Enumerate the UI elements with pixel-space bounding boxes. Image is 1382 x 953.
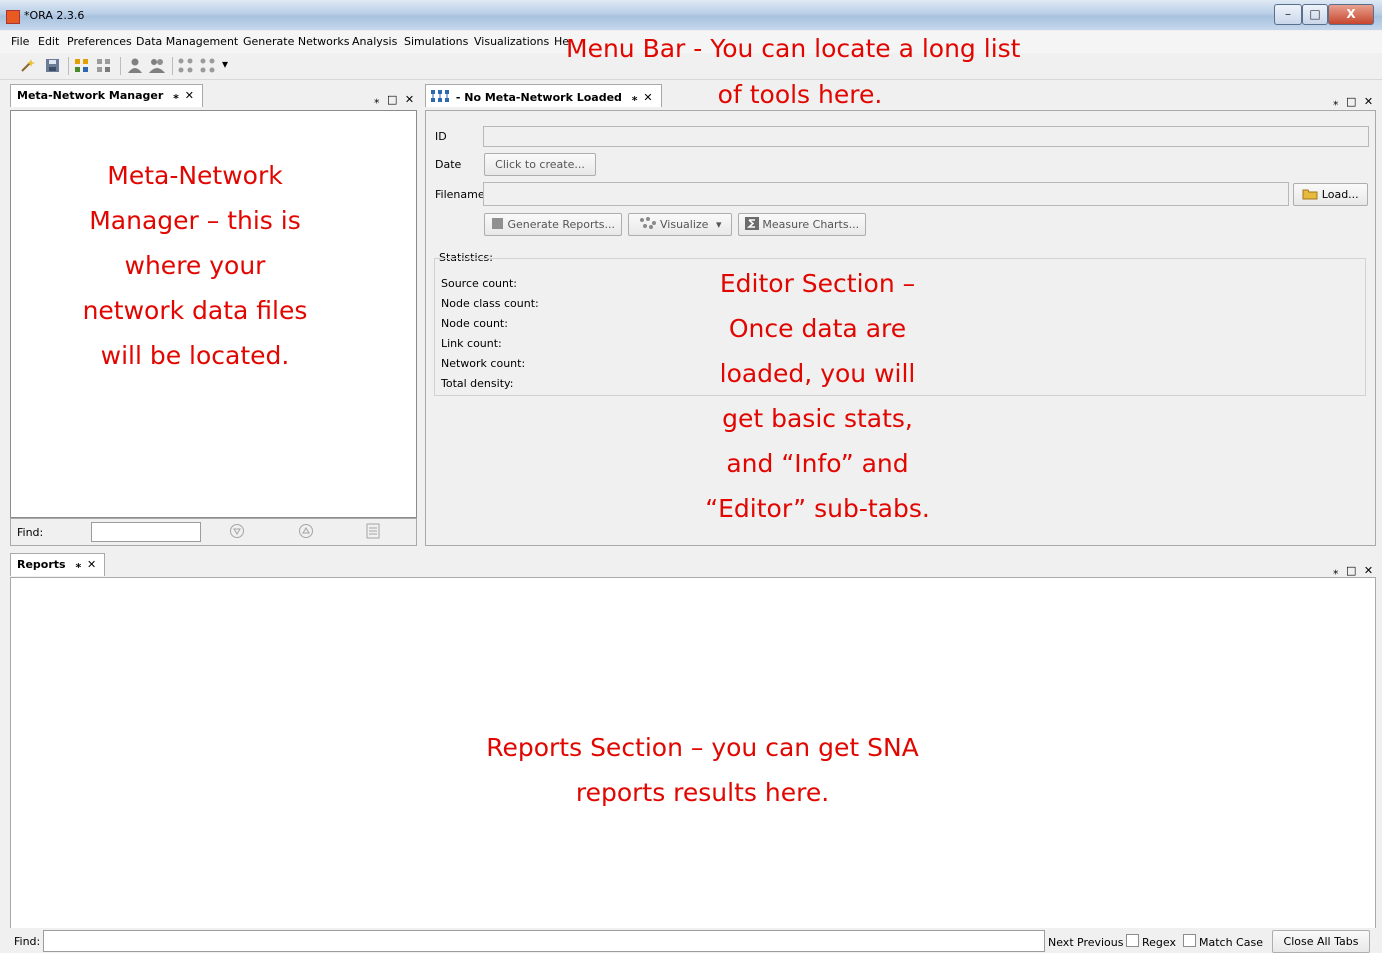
find-label: Find: [17, 526, 44, 539]
date-create-button[interactable]: Click to create... [484, 153, 596, 176]
regex-label: Regex [1142, 936, 1176, 949]
wand-icon[interactable] [20, 58, 36, 73]
close-all-tabs-button[interactable]: Close All Tabs [1272, 930, 1370, 953]
find-label: Find: [14, 935, 41, 948]
measure-charts-button[interactable]: Measure Charts... [738, 213, 866, 236]
find-options-icon[interactable] [366, 523, 380, 542]
nodes-dropdown-icon[interactable] [200, 58, 216, 73]
stat-node-class-count: Node class count: [441, 297, 539, 310]
toolbar-separator [172, 57, 173, 75]
load-button-label: Load... [1321, 188, 1359, 201]
annotation-reports-section: Reports Section – you can get SNA report… [486, 733, 919, 807]
minimize-button[interactable]: – [1274, 4, 1302, 25]
menu-edit[interactable]: Edit [38, 35, 59, 48]
reports-find-input[interactable] [43, 930, 1045, 952]
menu-visualizations[interactable]: Visualizations [474, 35, 549, 48]
chevron-down-icon[interactable]: ▾ [222, 57, 228, 71]
match-case-checkbox[interactable] [1183, 934, 1196, 947]
save-icon[interactable] [45, 58, 61, 73]
visualize-icon [639, 217, 656, 229]
network-grid-icon[interactable] [96, 58, 112, 73]
agent-icon[interactable] [127, 58, 143, 73]
close-tab-icon[interactable]: ✕ [185, 89, 194, 102]
generate-reports-label: Generate Reports... [507, 218, 616, 231]
sigma-icon [744, 217, 759, 230]
tab-meta-network-manager[interactable]: Meta-Network Manager ⁎ ✕ [10, 84, 203, 107]
toolbar-separator [68, 57, 69, 75]
annotation-menu-bar: Menu Bar - You can locate a long list of… [566, 34, 1021, 109]
filename-field[interactable] [483, 182, 1289, 206]
stat-node-count: Node count: [441, 317, 508, 330]
report-icon [491, 218, 503, 229]
window-title: *ORA 2.3.6 [24, 9, 85, 22]
id-field[interactable] [483, 126, 1369, 147]
pin-icon[interactable]: ⁎ [173, 89, 179, 102]
load-button[interactable]: Load... [1293, 183, 1368, 206]
next-link[interactable]: Next [1048, 936, 1074, 949]
find-previous-icon[interactable] [298, 523, 314, 542]
meta-find-bar: Find: [10, 518, 417, 546]
tab-label: Reports [17, 558, 66, 571]
network-icon[interactable] [74, 58, 90, 73]
meta-find-input[interactable] [91, 522, 201, 542]
tab-label: Meta-Network Manager [17, 89, 164, 102]
menu-simulations[interactable]: Simulations [404, 35, 468, 48]
app-icon [6, 10, 20, 24]
maximize-button[interactable]: □ [1302, 4, 1328, 25]
stat-total-density: Total density: [441, 377, 514, 390]
visualize-button[interactable]: Visualize ▾ [628, 213, 732, 236]
stat-link-count: Link count: [441, 337, 502, 350]
close-window-button[interactable]: X [1328, 4, 1374, 25]
stat-network-count: Network count: [441, 357, 526, 370]
date-label: Date [435, 158, 462, 171]
menu-preferences[interactable]: Preferences [67, 35, 132, 48]
reports-find-bar: Find: Next Previous Regex Match Case Clo… [0, 928, 1382, 953]
toolbar-separator [120, 57, 121, 75]
generate-reports-button[interactable]: Generate Reports... [484, 213, 622, 236]
find-next-icon[interactable] [229, 523, 245, 542]
stat-source-count: Source count: [441, 277, 518, 290]
panel-controls[interactable]: ⁎ □ ✕ [1333, 95, 1375, 108]
pin-icon[interactable]: ⁎ [75, 558, 81, 571]
nodes-icon[interactable] [178, 58, 194, 73]
menu-file[interactable]: File [11, 35, 29, 48]
annotation-meta-network-manager: Meta-Network Manager – this is where you… [82, 161, 308, 370]
chevron-down-icon: ▾ [715, 218, 722, 231]
measure-charts-label: Measure Charts... [762, 218, 860, 231]
previous-link[interactable]: Previous [1077, 936, 1124, 949]
close-tab-icon[interactable]: ✕ [87, 558, 96, 571]
tab-reports[interactable]: Reports ⁎ ✕ [10, 553, 106, 576]
folder-icon [1302, 189, 1318, 200]
annotation-editor-section: Editor Section – Once data are loaded, y… [705, 269, 930, 523]
agents-icon[interactable] [149, 58, 165, 73]
menu-generate-networks[interactable]: Generate Networks [243, 35, 350, 48]
menu-data-management[interactable]: Data Management [136, 35, 238, 48]
id-label: ID [435, 130, 447, 143]
panel-controls[interactable]: ⁎ □ ✕ [1333, 564, 1375, 577]
regex-checkbox[interactable] [1126, 934, 1139, 947]
filename-label: Filename [435, 188, 485, 201]
menu-analysis[interactable]: Analysis [352, 35, 397, 48]
panel-controls[interactable]: ⁎ □ ✕ [374, 93, 416, 106]
match-case-label: Match Case [1199, 936, 1263, 949]
meta-network-icon [431, 90, 449, 102]
visualize-label: Visualize [660, 218, 709, 231]
